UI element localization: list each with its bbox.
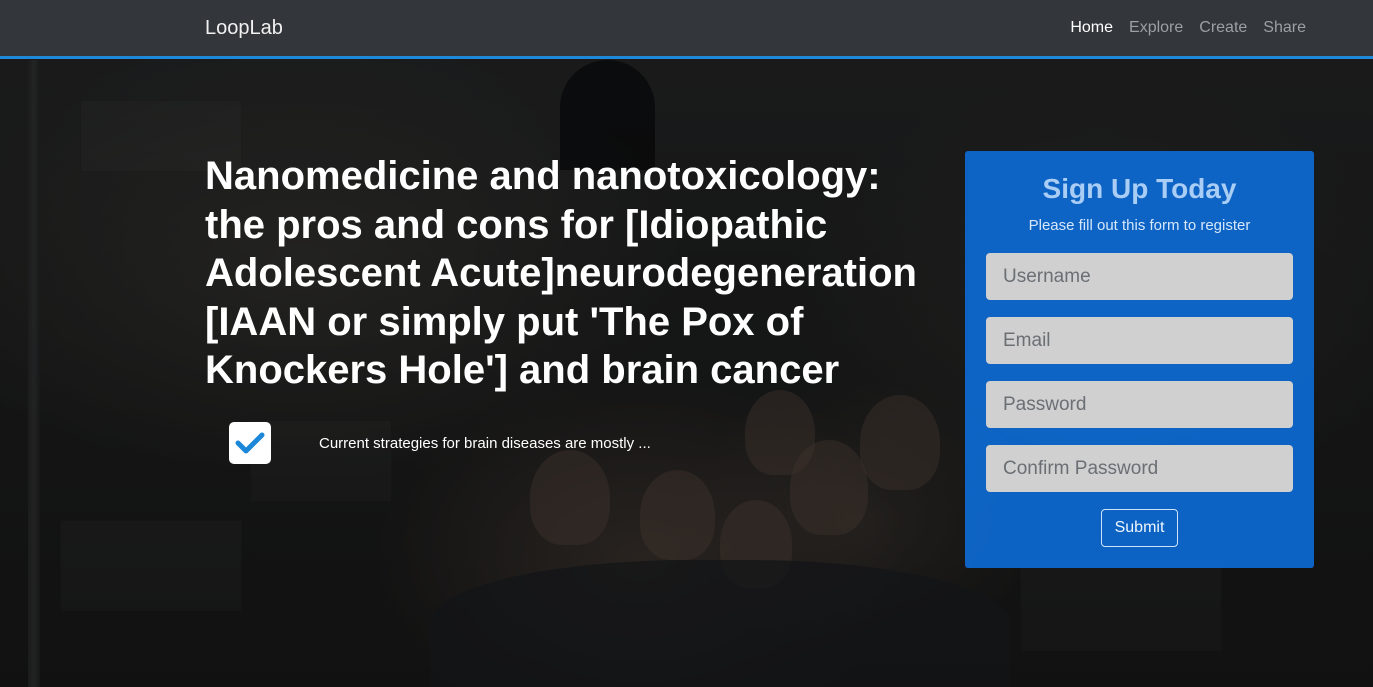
nav-links: Home Explore Create Share [1070,19,1306,37]
submit-button[interactable]: Submit [1101,509,1178,547]
username-input[interactable] [986,253,1293,300]
nav-link-create[interactable]: Create [1199,19,1247,37]
hero-title: Nanomedicine and nanotoxicology: the pro… [205,154,917,392]
nav-link-home[interactable]: Home [1070,19,1113,37]
checkmark-icon [229,422,271,464]
signup-subtitle: Please fill out this form to register [1028,217,1251,234]
feature-text: Current strategies for brain diseases ar… [319,434,651,452]
navbar: LoopLab Home Explore Create Share [0,0,1373,59]
signup-title: Sign Up Today [1042,173,1237,204]
signup-card: Sign Up Today Please fill out this form … [965,151,1314,568]
email-input[interactable] [986,317,1293,364]
nav-link-share[interactable]: Share [1263,19,1306,37]
nav-link-explore[interactable]: Explore [1129,19,1183,37]
brand-logo[interactable]: LoopLab [205,17,283,40]
feature-item: Current strategies for brain diseases ar… [229,422,651,464]
confirm-password-input[interactable] [986,445,1293,492]
password-input[interactable] [986,381,1293,428]
